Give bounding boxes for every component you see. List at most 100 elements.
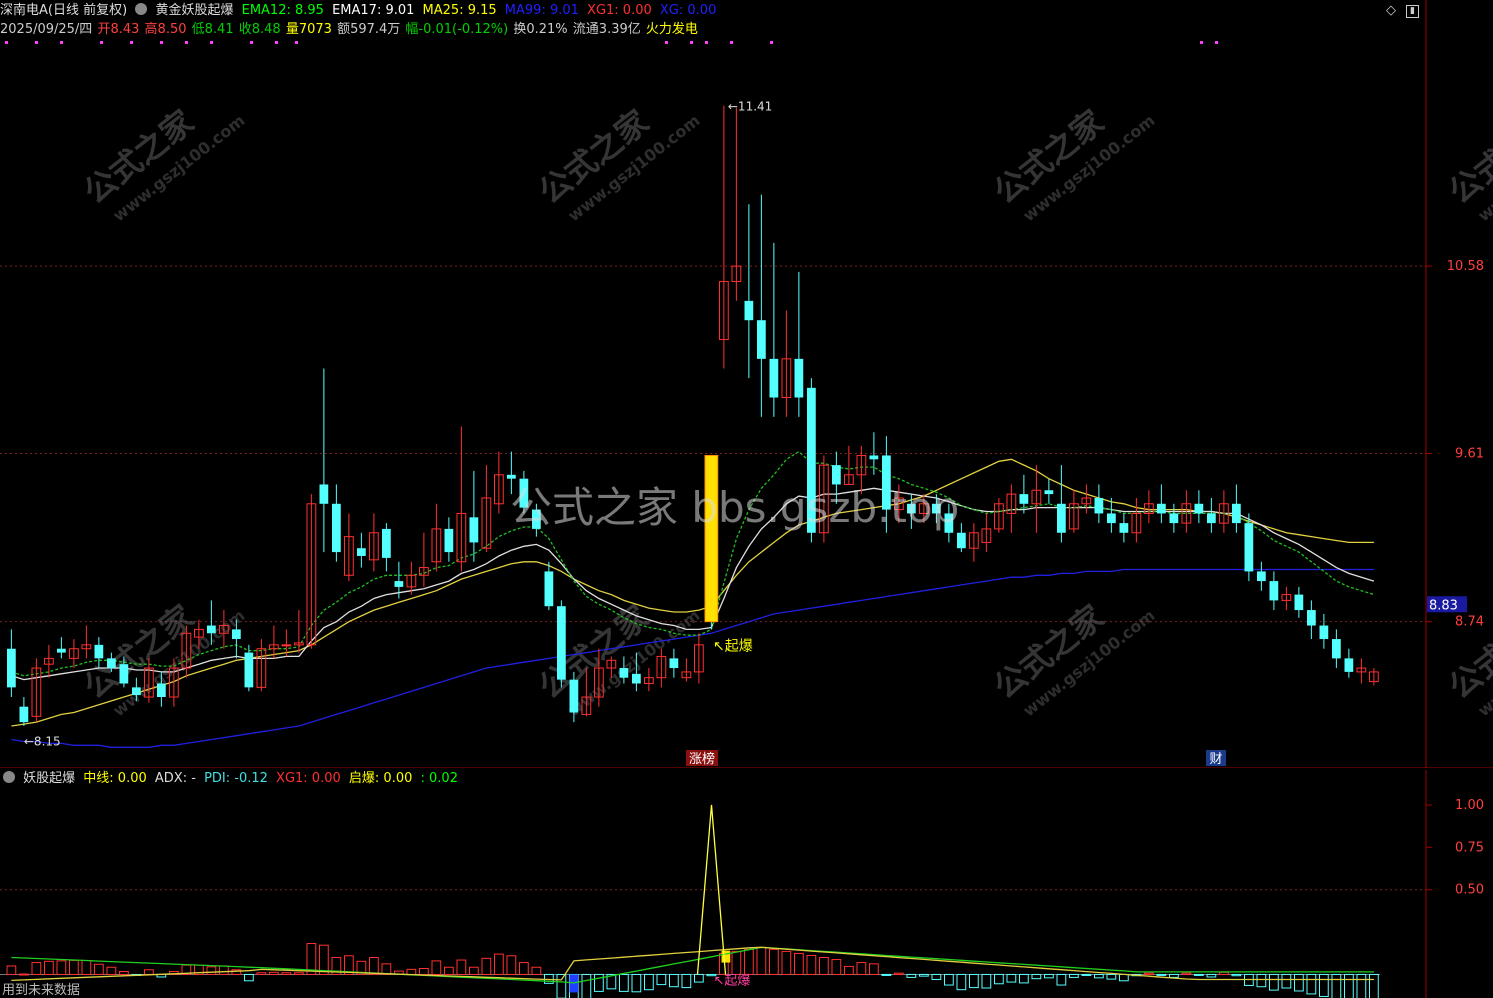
sub-histogram-bar [419,968,429,975]
sub-histogram-bar [931,973,942,981]
watermark-diagonal: 公式之家www.gszj100.com [987,103,1159,226]
sub-histogram-bar [1069,973,1079,978]
sub-histogram-bar [469,966,479,975]
candle-body-down [957,532,966,549]
candle-body-down [382,528,391,558]
sub-histogram-bar [406,968,417,975]
candle-body-down [619,668,629,678]
sub-histogram-bar [56,960,67,975]
sub-histogram-bar [1081,973,1092,976]
candle-body-down [119,664,129,684]
sub-histogram-bar [119,970,129,975]
candle-body-down [1194,503,1204,514]
sub-histogram-bar [19,973,29,976]
sub-histogram-bar [794,952,804,975]
sub-histogram-bar [106,966,117,975]
candle-body-down [132,687,141,696]
signal-dot [100,41,103,44]
candle-body-down [7,648,16,688]
footer-note: 用到未来数据 [2,983,81,998]
sub-histogram-bar [819,956,829,975]
signal-dot [160,41,163,44]
signal-dot [295,41,298,44]
watermark-diagonal: 公式之家www.gszj100.com [532,103,704,226]
candle-body-down [769,358,779,398]
candle-body-down [1019,494,1029,504]
sub-histogram-bar [1331,973,1342,998]
candle-body-down [1307,610,1316,626]
price-chart[interactable]: 10.589.618.748.83公式之家www.gszj100.com 公式之家… [0,0,1493,768]
sub-histogram-bar [956,973,967,991]
sub-histogram-bar [1181,972,1192,975]
signal-dot [665,41,668,44]
candle-body-down [1094,497,1104,514]
candle-body-down [1169,513,1179,524]
sub-histogram-bar [531,966,542,975]
watermark-main: 公式之家 bbs.gszb.top [510,483,960,532]
candle-body-down [1344,658,1354,672]
sub-histogram-bar [444,966,454,975]
candle-body-down [1057,503,1066,533]
candle-body-down [1232,503,1241,524]
sub-histogram-bar [556,973,567,998]
watermark-diagonal: 公式之家www.gszj100.com [1442,598,1493,721]
price-tick-label: 9.61 [1455,447,1484,462]
sub-histogram-bar [44,960,54,975]
signal-dot [5,41,8,44]
sub-histogram-bar [919,973,929,977]
sub-tick-label: 1.00 [1455,798,1484,813]
sub-histogram-bar [994,973,1004,985]
sub-histogram-bar [769,948,779,975]
sub-histogram-bar [856,962,867,975]
sub-histogram-bar [1169,973,1179,978]
candle-body-down [232,629,241,640]
sub-histogram-bar [1019,973,1029,984]
sub-histogram-bar [969,973,979,989]
sub-histogram-bar [681,973,692,989]
signal-dot [275,41,278,44]
sub-histogram-bar [1281,973,1292,989]
candle-body-down [444,528,454,553]
candle-body-down [1257,571,1266,582]
candle-body-down [469,517,479,543]
indicator-chart[interactable]: 1.00 0.75 0.50 ↖起爆 [0,770,1493,998]
candle-body-down [19,706,29,723]
price-tick-label: 8.74 [1455,615,1484,630]
finance-badge-label: 财 [1209,752,1222,767]
sub-histogram-bar [1094,973,1104,979]
sub-histogram-bar [456,959,467,975]
candle-body-down [1044,490,1054,495]
sub-histogram-bar [506,955,517,975]
sub-histogram-bar [1369,973,1379,998]
candle-body-down [632,673,641,684]
signal-dot [130,41,133,44]
sub-histogram-bar [806,954,817,975]
high-price-label: ←11.41 [728,100,772,114]
sub-histogram-bar [1219,971,1229,975]
signal-dot [770,41,773,44]
limit-up-badge-label: 涨榜 [689,751,715,767]
candle-body-down [332,503,341,553]
signal-dot [250,41,253,44]
sub-histogram-bar [619,973,629,992]
candle-body-down [244,652,254,688]
sub-tick-label: 0.50 [1455,883,1484,898]
sub-histogram-bar [1206,973,1217,978]
sub-histogram-bar [581,973,592,998]
candle-body-down [357,548,366,556]
candle-body-down [757,320,766,359]
sub-histogram-bar [369,956,379,975]
sub-histogram-bar [844,965,854,975]
signal-dot [1200,41,1203,44]
candle-body-down [1157,503,1166,514]
candle-body-down [107,658,116,669]
sub-histogram-bar [694,973,704,983]
candle-body-down [157,683,166,698]
candle-body-down [569,679,579,713]
sub-histogram-bar [881,973,892,976]
sub-histogram-bar [1231,973,1242,977]
candle-body-down [1119,523,1129,533]
candle-body-down [394,581,404,587]
sub-histogram-bar [519,962,529,975]
candle-body-down [1107,513,1116,524]
